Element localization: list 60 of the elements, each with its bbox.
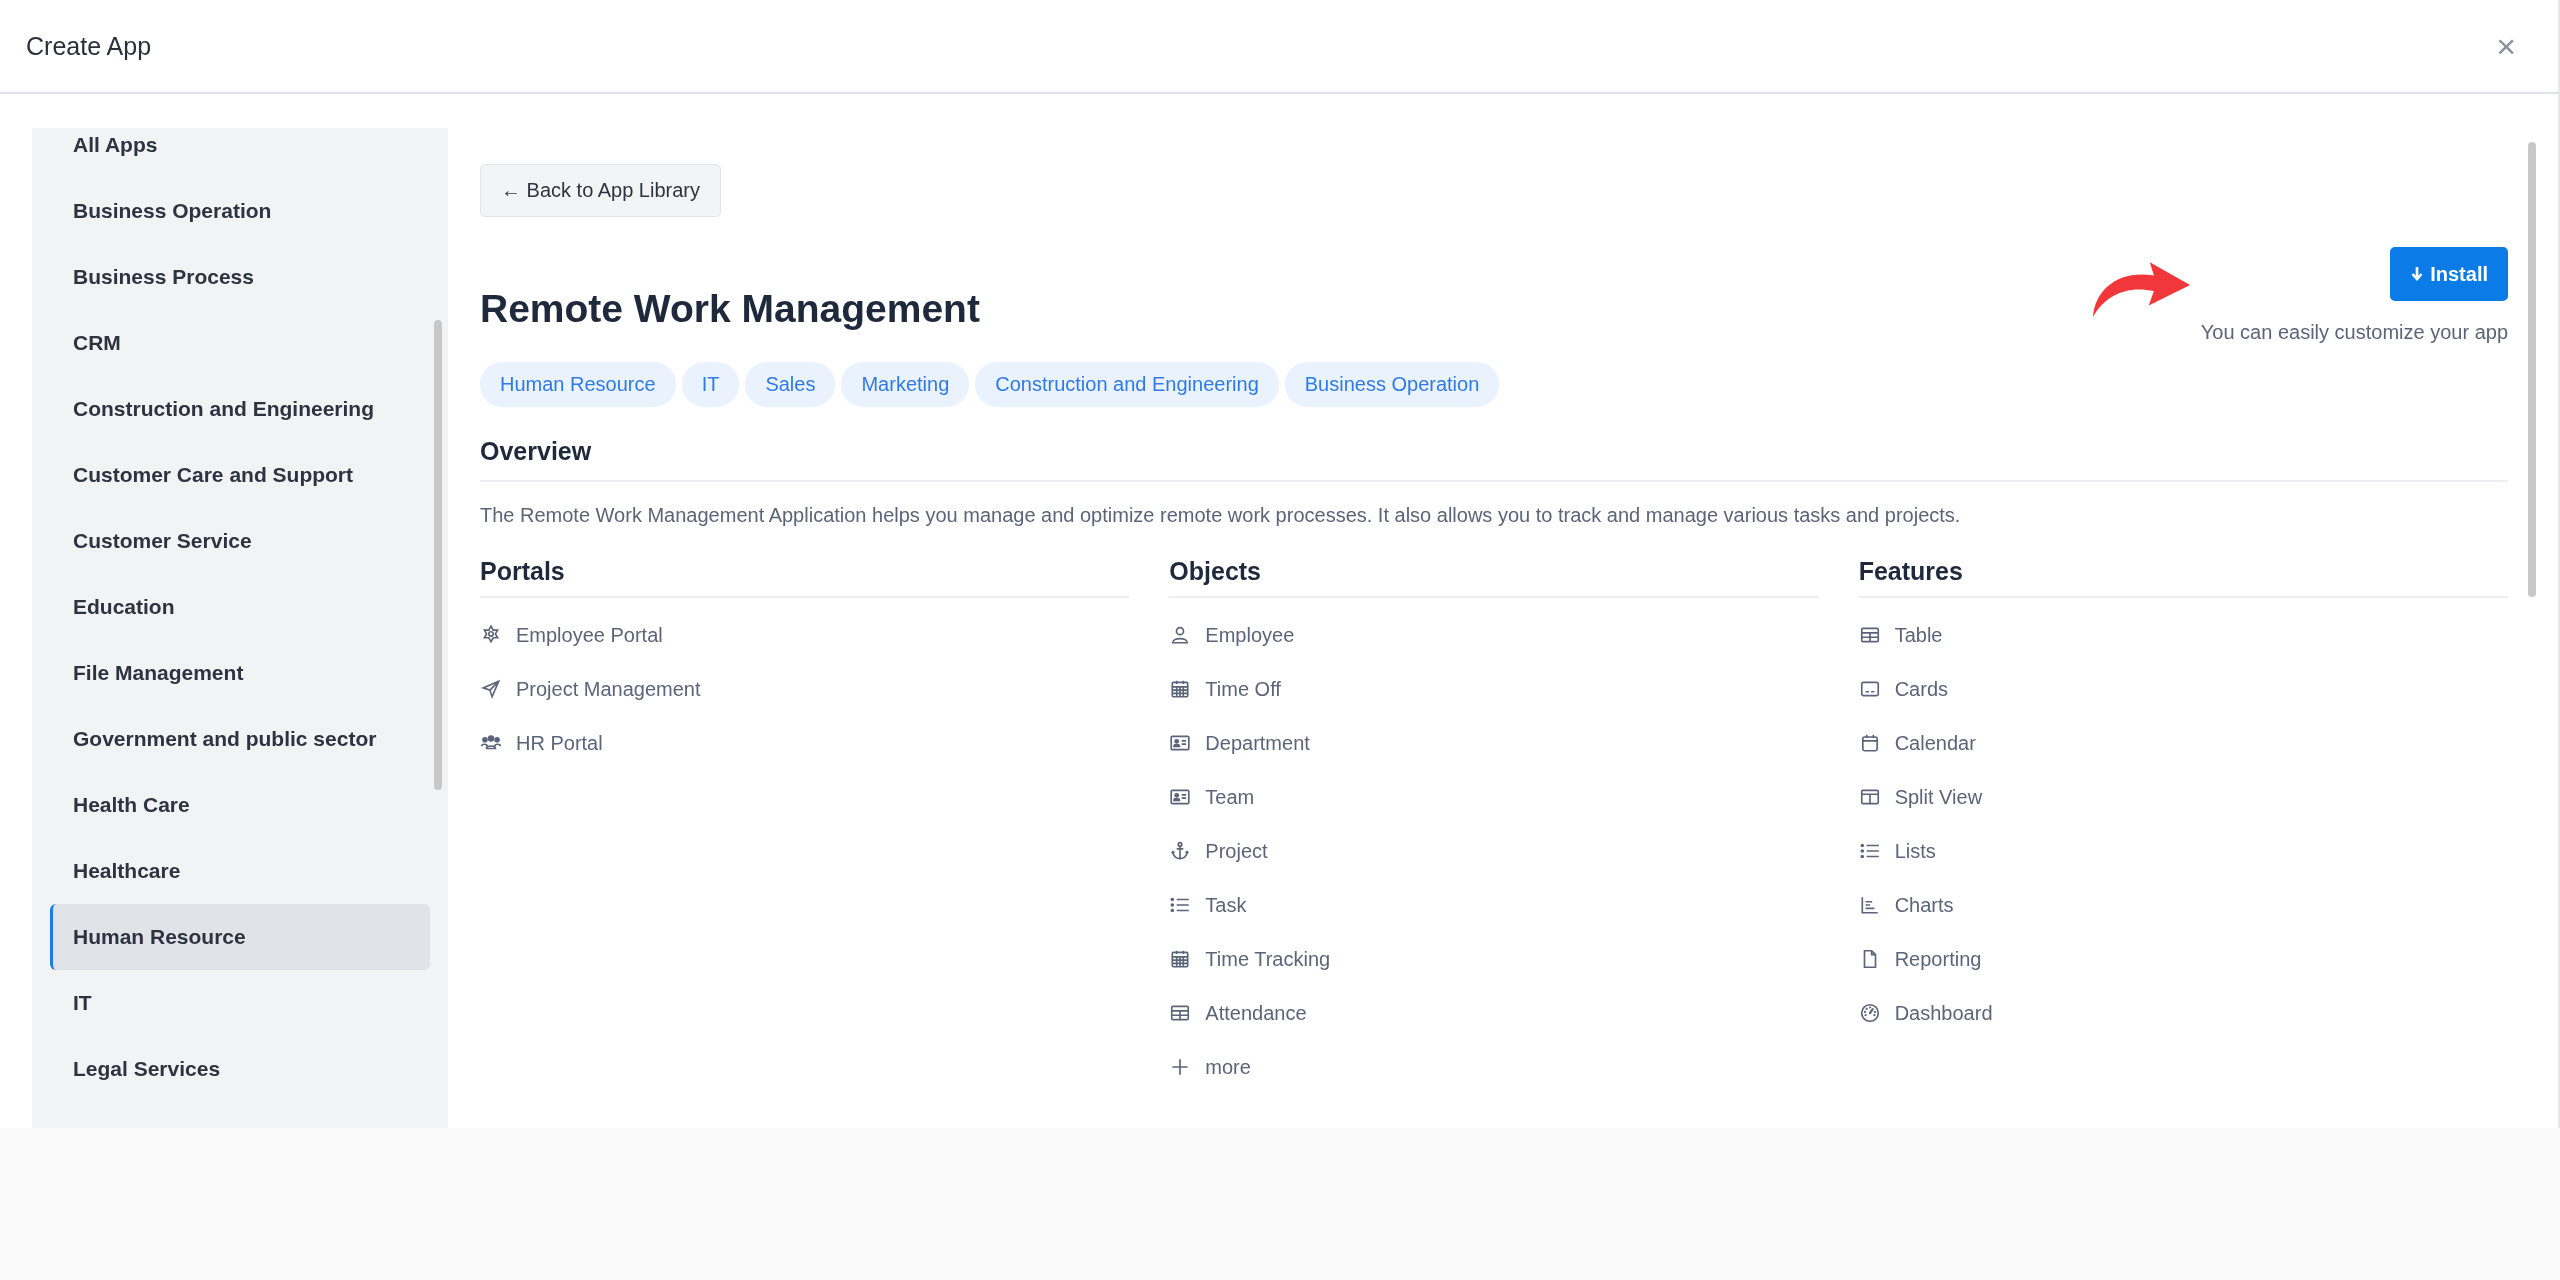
- category-item[interactable]: Legal Services: [50, 1036, 430, 1102]
- overview-text: The Remote Work Management Application helps you manage and optimize remote work processes. It also allows you to track and manage various tasks and projects.: [480, 504, 1962, 527]
- list-item: HR Portal: [516, 731, 603, 755]
- category-item[interactable]: Education: [50, 574, 430, 640]
- list-item: Split View: [1894, 785, 1983, 809]
- calendar-icon: [1169, 948, 1192, 970]
- category-item[interactable]: All Apps: [50, 128, 430, 178]
- category-item[interactable]: Customer Service: [50, 508, 430, 574]
- list-item: Cards: [1894, 677, 1948, 701]
- paper-plane-icon: [480, 678, 502, 700]
- scrollbar-thumb[interactable]: [434, 320, 442, 790]
- install-button[interactable]: Install: [2390, 247, 2508, 301]
- list-item: Employee Portal: [516, 623, 663, 647]
- calendar-icon: [1169, 678, 1192, 700]
- category-tag: Business Operation: [1284, 362, 1500, 407]
- category-item[interactable]: Customer Care and Support: [50, 442, 430, 508]
- category-item[interactable]: Healthcare: [50, 838, 430, 904]
- category-tag: Marketing: [841, 362, 970, 407]
- anchor-icon: [1169, 840, 1192, 862]
- category-item[interactable]: Health Care: [50, 772, 430, 838]
- list-item: Attendance: [1205, 1001, 1307, 1025]
- category-item[interactable]: Business Process: [50, 244, 430, 310]
- back-button[interactable]: ← Back to App Library: [480, 164, 721, 217]
- category-item[interactable]: Construction and Engineering: [50, 376, 430, 442]
- chart-icon: [1858, 894, 1881, 916]
- gauge-icon: [1858, 1002, 1881, 1024]
- category-item[interactable]: Business Operation: [50, 178, 430, 244]
- list-item: Department: [1205, 731, 1310, 755]
- category-tag: Construction and Engineering: [975, 362, 1279, 407]
- list-item: Lists: [1894, 839, 1936, 863]
- install-hint: You can easily customize your app: [2200, 321, 2508, 344]
- list-item: Task: [1205, 893, 1247, 917]
- list-item: Project Management: [516, 677, 701, 701]
- list-item: Reporting: [1894, 947, 1982, 971]
- category-item[interactable]: Human Resource: [50, 904, 430, 970]
- list-item: Team: [1205, 785, 1255, 809]
- download-arrow-icon: [2410, 266, 2425, 282]
- dialog-title: Create App: [26, 31, 152, 61]
- section-heading: Overview: [480, 437, 2508, 482]
- list-item: Calendar: [1894, 731, 1976, 755]
- list-item: Table: [1894, 623, 1943, 647]
- category-item[interactable]: Government and public sector: [50, 706, 430, 772]
- list-item: Time Off: [1205, 677, 1281, 701]
- list-item: Charts: [1894, 893, 1954, 917]
- category-tag: Sales: [745, 362, 836, 407]
- category-tag: Human Resource: [480, 362, 676, 407]
- category-item[interactable]: File Management: [50, 640, 430, 706]
- category-item[interactable]: CRM: [50, 310, 430, 376]
- column-heading: Objects: [1169, 557, 1819, 598]
- scrollbar-thumb[interactable]: [2528, 142, 2536, 597]
- column-heading: Portals: [480, 557, 1130, 598]
- list-item: Time Tracking: [1205, 947, 1331, 971]
- list-item: Employee: [1205, 623, 1295, 647]
- list-item: Dashboard: [1894, 1001, 1993, 1025]
- category-item[interactable]: IT: [50, 970, 430, 1036]
- app-title: Remote Work Management: [480, 287, 980, 331]
- column-heading: Features: [1858, 557, 2508, 598]
- list-item: Project: [1205, 839, 1268, 863]
- category-tag: IT: [681, 362, 740, 407]
- more-link[interactable]: more: [1205, 1055, 1251, 1079]
